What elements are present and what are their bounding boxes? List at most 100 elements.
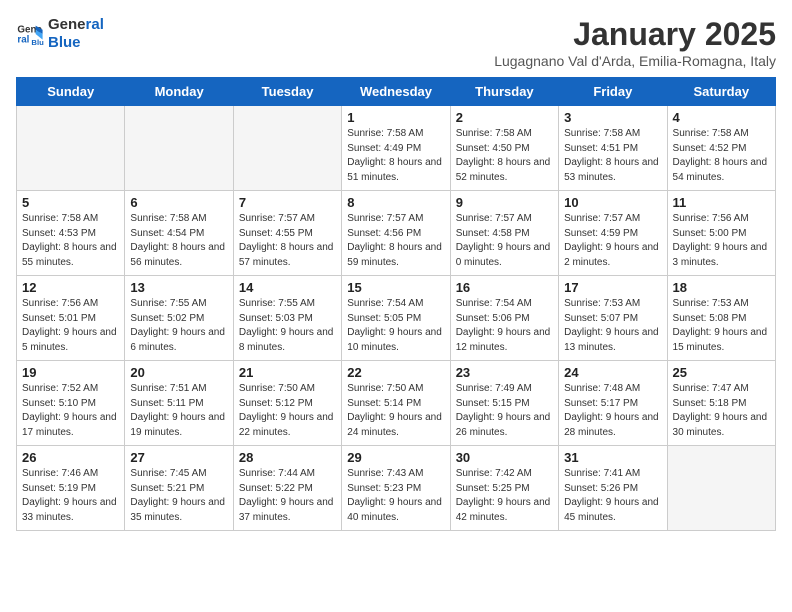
- logo-icon: Gene ral Blue: [16, 20, 44, 48]
- day-number: 8: [347, 195, 444, 210]
- day-number: 10: [564, 195, 661, 210]
- day-number: 22: [347, 365, 444, 380]
- day-info: Sunrise: 7:58 AMSunset: 4:54 PMDaylight:…: [130, 212, 227, 270]
- day-number: 15: [347, 280, 444, 295]
- day-cell-27: 27Sunrise: 7:45 AMSunset: 5:21 PMDayligh…: [125, 446, 233, 531]
- day-header-friday: Friday: [559, 78, 667, 106]
- day-number: 4: [673, 110, 770, 125]
- day-cell-14: 14 Sunrise: 7:55 AMSunset: 5:03 PMDayligh…: [233, 276, 341, 361]
- day-info: Sunrise: 7:57 AMSunset: 4:56 PMDaylight:…: [347, 212, 444, 270]
- logo-area: Gene ral Blue General Blue: [16, 16, 104, 52]
- day-info: Sunrise: 7:44 AMSunset: 5:22 PMDaylight:…: [239, 467, 336, 525]
- day-info: Sunrise: 7:52 AMSunset: 5:10 PMDaylight:…: [22, 382, 119, 440]
- day-cell-17: 17Sunrise: 7:53 AMSunset: 5:07 PMDayligh…: [559, 276, 667, 361]
- day-info: Sunrise: 7:51 AMSunset: 5:11 PMDaylight:…: [130, 382, 227, 440]
- day-number: 11: [673, 195, 770, 210]
- empty-cell: [233, 106, 341, 191]
- day-info: Sunrise: 7:42 AMSunset: 5:25 PMDaylight:…: [456, 467, 553, 525]
- header: Gene ral Blue General Blue January 2025 …: [16, 16, 776, 69]
- day-number: 17: [564, 280, 661, 295]
- day-info: Sunrise: 7:56 AMSunset: 5:01 PMDaylight:…: [22, 297, 119, 355]
- day-number: 13: [130, 280, 227, 295]
- day-cell-30: 30 Sunrise: 7:42 AMSunset: 5:25 PMDayligh…: [450, 446, 558, 531]
- day-info: Sunrise: 7:47 AMSunset: 5:18 PMDaylight:…: [673, 382, 770, 440]
- empty-cell: [125, 106, 233, 191]
- day-cell-31: 31Sunrise: 7:41 AMSunset: 5:26 PMDayligh…: [559, 446, 667, 531]
- day-cell-3: 3 Sunrise: 7:58 AMSunset: 4:51 PMDaylight…: [559, 106, 667, 191]
- day-header-monday: Monday: [125, 78, 233, 106]
- empty-cell: [667, 446, 775, 531]
- day-cell-22: 22Sunrise: 7:50 AMSunset: 5:14 PMDayligh…: [342, 361, 450, 446]
- day-cell-5: 5 Sunrise: 7:58 AMSunset: 4:53 PMDaylight…: [17, 191, 125, 276]
- day-cell-8: 8 Sunrise: 7:57 AMSunset: 4:56 PMDaylight…: [342, 191, 450, 276]
- day-info: Sunrise: 7:58 AMSunset: 4:50 PMDaylight:…: [456, 127, 553, 185]
- logo-text: General Blue: [48, 16, 104, 52]
- day-info: Sunrise: 7:43 AMSunset: 5:23 PMDaylight:…: [347, 467, 444, 525]
- day-info: Sunrise: 7:55 AMSunset: 5:03 PMDaylight:…: [239, 297, 336, 355]
- day-cell-11: 11Sunrise: 7:56 AMSunset: 5:00 PMDayligh…: [667, 191, 775, 276]
- week-row-4: 19 Sunrise: 7:52 AMSunset: 5:10 PMDayligh…: [17, 361, 776, 446]
- day-info: Sunrise: 7:49 AMSunset: 5:15 PMDaylight:…: [456, 382, 553, 440]
- week-row-5: 26 Sunrise: 7:46 AMSunset: 5:19 PMDayligh…: [17, 446, 776, 531]
- day-number: 31: [564, 450, 661, 465]
- day-cell-19: 19 Sunrise: 7:52 AMSunset: 5:10 PMDayligh…: [17, 361, 125, 446]
- day-number: 3: [564, 110, 661, 125]
- day-number: 29: [347, 450, 444, 465]
- day-number: 6: [130, 195, 227, 210]
- empty-cell: [17, 106, 125, 191]
- day-number: 25: [673, 365, 770, 380]
- week-row-2: 5 Sunrise: 7:58 AMSunset: 4:53 PMDaylight…: [17, 191, 776, 276]
- day-header-wednesday: Wednesday: [342, 78, 450, 106]
- day-cell-28: 28 Sunrise: 7:44 AMSunset: 5:22 PMDayligh…: [233, 446, 341, 531]
- day-cell-24: 24 Sunrise: 7:48 AMSunset: 5:17 PMDayligh…: [559, 361, 667, 446]
- day-header-tuesday: Tuesday: [233, 78, 341, 106]
- day-cell-21: 21Sunrise: 7:50 AMSunset: 5:12 PMDayligh…: [233, 361, 341, 446]
- day-info: Sunrise: 7:58 AMSunset: 4:53 PMDaylight:…: [22, 212, 119, 270]
- day-number: 24: [564, 365, 661, 380]
- day-number: 14: [239, 280, 336, 295]
- day-cell-9: 9Sunrise: 7:57 AMSunset: 4:58 PMDaylight…: [450, 191, 558, 276]
- day-number: 7: [239, 195, 336, 210]
- day-number: 23: [456, 365, 553, 380]
- day-number: 12: [22, 280, 119, 295]
- day-cell-16: 16Sunrise: 7:54 AMSunset: 5:06 PMDayligh…: [450, 276, 558, 361]
- day-info: Sunrise: 7:55 AMSunset: 5:02 PMDaylight:…: [130, 297, 227, 355]
- day-number: 5: [22, 195, 119, 210]
- week-row-1: 1Sunrise: 7:58 AMSunset: 4:49 PMDaylight…: [17, 106, 776, 191]
- day-info: Sunrise: 7:54 AMSunset: 5:05 PMDaylight:…: [347, 297, 444, 355]
- week-row-3: 12 Sunrise: 7:56 AMSunset: 5:01 PMDayligh…: [17, 276, 776, 361]
- day-number: 2: [456, 110, 553, 125]
- day-number: 19: [22, 365, 119, 380]
- day-info: Sunrise: 7:53 AMSunset: 5:08 PMDaylight:…: [673, 297, 770, 355]
- day-cell-10: 10 Sunrise: 7:57 AMSunset: 4:59 PMDayligh…: [559, 191, 667, 276]
- day-info: Sunrise: 7:48 AMSunset: 5:17 PMDaylight:…: [564, 382, 661, 440]
- day-info: Sunrise: 7:58 AMSunset: 4:49 PMDaylight:…: [347, 127, 444, 185]
- day-info: Sunrise: 7:50 AMSunset: 5:12 PMDaylight:…: [239, 382, 336, 440]
- day-cell-18: 18Sunrise: 7:53 AMSunset: 5:08 PMDayligh…: [667, 276, 775, 361]
- day-cell-26: 26 Sunrise: 7:46 AMSunset: 5:19 PMDayligh…: [17, 446, 125, 531]
- day-info: Sunrise: 7:46 AMSunset: 5:19 PMDaylight:…: [22, 467, 119, 525]
- day-cell-1: 1Sunrise: 7:58 AMSunset: 4:49 PMDaylight…: [342, 106, 450, 191]
- day-number: 20: [130, 365, 227, 380]
- day-number: 28: [239, 450, 336, 465]
- day-cell-23: 23 Sunrise: 7:49 AMSunset: 5:15 PMDayligh…: [450, 361, 558, 446]
- day-number: 26: [22, 450, 119, 465]
- day-info: Sunrise: 7:57 AMSunset: 4:59 PMDaylight:…: [564, 212, 661, 270]
- day-cell-15: 15 Sunrise: 7:54 AMSunset: 5:05 PMDayligh…: [342, 276, 450, 361]
- day-info: Sunrise: 7:58 AMSunset: 4:51 PMDaylight:…: [564, 127, 661, 185]
- day-cell-7: 7Sunrise: 7:57 AMSunset: 4:55 PMDaylight…: [233, 191, 341, 276]
- calendar-table: SundayMondayTuesdayWednesdayThursdayFrid…: [16, 77, 776, 531]
- day-header-saturday: Saturday: [667, 78, 775, 106]
- day-cell-20: 20 Sunrise: 7:51 AMSunset: 5:11 PMDayligh…: [125, 361, 233, 446]
- day-cell-6: 6 Sunrise: 7:58 AMSunset: 4:54 PMDaylight…: [125, 191, 233, 276]
- days-header-row: SundayMondayTuesdayWednesdayThursdayFrid…: [17, 78, 776, 106]
- calendar-subtitle: Lugagnano Val d'Arda, Emilia-Romagna, It…: [494, 53, 776, 69]
- title-area: January 2025 Lugagnano Val d'Arda, Emili…: [494, 16, 776, 69]
- day-cell-4: 4Sunrise: 7:58 AMSunset: 4:52 PMDaylight…: [667, 106, 775, 191]
- day-header-thursday: Thursday: [450, 78, 558, 106]
- day-cell-12: 12 Sunrise: 7:56 AMSunset: 5:01 PMDayligh…: [17, 276, 125, 361]
- day-header-sunday: Sunday: [17, 78, 125, 106]
- day-cell-29: 29 Sunrise: 7:43 AMSunset: 5:23 PMDayligh…: [342, 446, 450, 531]
- day-info: Sunrise: 7:54 AMSunset: 5:06 PMDaylight:…: [456, 297, 553, 355]
- day-number: 30: [456, 450, 553, 465]
